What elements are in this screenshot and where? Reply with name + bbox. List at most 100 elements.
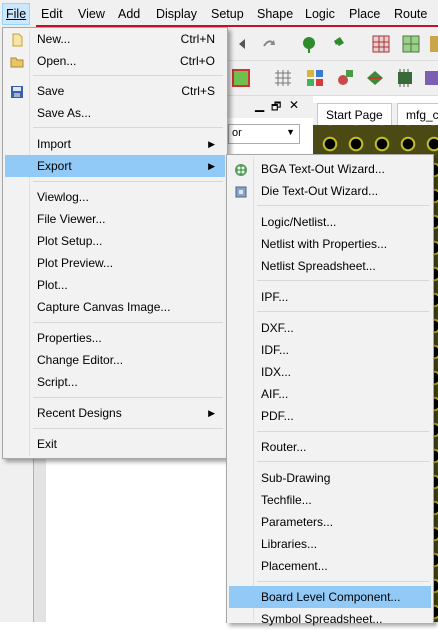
menu-route[interactable]: Route	[391, 4, 430, 24]
highlight-icon[interactable]	[299, 34, 319, 54]
export-item-idx[interactable]: IDX...	[229, 361, 431, 383]
menu-item-label: Netlist with Properties...	[261, 237, 388, 251]
menu-separator	[257, 311, 429, 312]
menu-item-shortcut: Ctrl+N	[180, 32, 215, 46]
menu-item-shortcut: Ctrl+S	[181, 84, 215, 98]
menu-item-recent-designs[interactable]: Recent Designs ▶	[5, 402, 225, 424]
menu-add[interactable]: Add	[115, 4, 143, 24]
menu-view[interactable]: View	[75, 4, 108, 24]
menu-item-change-editor[interactable]: Change Editor...	[5, 349, 225, 371]
menu-item-exit[interactable]: Exit	[5, 433, 225, 455]
export-item-board-level-component[interactable]: Board Level Component...	[229, 586, 431, 608]
menu-item-label: Plot Setup...	[37, 234, 103, 248]
menu-place[interactable]: Place	[346, 4, 383, 24]
menu-item-script[interactable]: Script...	[5, 371, 225, 393]
export-item-ipf[interactable]: IPF...	[229, 286, 431, 308]
menu-file-label: File	[6, 7, 27, 21]
export-item-libraries[interactable]: Libraries...	[229, 533, 431, 555]
component-colors-icon[interactable]	[305, 68, 325, 88]
submenu-arrow-icon: ▶	[208, 139, 215, 149]
menu-setup[interactable]: Setup	[208, 4, 247, 24]
menu-item-capture-canvas[interactable]: Capture Canvas Image...	[5, 296, 225, 318]
menu-item-new[interactable]: New... Ctrl+N	[5, 28, 225, 50]
tab-design[interactable]: mfg_c	[397, 103, 438, 126]
pin-icon[interactable]	[327, 34, 347, 54]
minimize-icon[interactable]: ▁	[255, 98, 264, 112]
menu-item-label: Exit	[37, 437, 58, 451]
menu-item-properties[interactable]: Properties...	[5, 327, 225, 349]
export-item-aif[interactable]: AIF...	[229, 383, 431, 405]
export-item-netlist-spreadsheet[interactable]: Netlist Spreadsheet...	[229, 255, 431, 277]
select-box-icon[interactable]	[231, 68, 251, 88]
submenu-arrow-icon: ▶	[208, 408, 215, 418]
menu-item-label: Recent Designs	[37, 406, 122, 420]
menu-separator	[33, 127, 223, 128]
menu-item-label: Save	[37, 84, 65, 98]
file-menu: New... Ctrl+N Open... Ctrl+O Save Ctrl+S…	[2, 27, 228, 459]
document-tabs: Start Page mfg_c	[313, 103, 438, 126]
menu-item-export[interactable]: Export ▶	[5, 155, 225, 177]
menu-display[interactable]: Display	[153, 4, 200, 24]
layers-icon[interactable]	[401, 34, 421, 54]
panel-dropdown[interactable]: or ▼	[228, 124, 300, 144]
export-submenu: BGA Text-Out Wizard... Die Text-Out Wiza…	[226, 154, 434, 626]
export-item-techfile[interactable]: Techfile...	[229, 489, 431, 511]
tab-start-page[interactable]: Start Page	[317, 103, 392, 126]
menu-item-label: Capture Canvas Image...	[37, 300, 171, 314]
menu-logic[interactable]: Logic	[302, 4, 338, 24]
menu-item-plot-setup[interactable]: Plot Setup...	[5, 230, 225, 252]
bga-wizard-icon	[234, 162, 248, 176]
settings-gear-icon[interactable]	[335, 68, 355, 88]
grid-icon[interactable]	[273, 68, 293, 88]
export-item-sub-drawing[interactable]: Sub-Drawing	[229, 467, 431, 489]
redo-icon[interactable]	[259, 34, 279, 54]
menu-item-open[interactable]: Open... Ctrl+O	[5, 50, 225, 72]
menu-item-label: Libraries...	[261, 537, 318, 551]
undo-icon[interactable]	[235, 34, 255, 54]
menu-item-label: IDF...	[261, 343, 290, 357]
export-item-idf[interactable]: IDF...	[229, 339, 431, 361]
new-file-icon	[10, 32, 24, 47]
toolbar-top	[225, 28, 438, 61]
menu-item-label: Save As...	[37, 106, 92, 120]
color-icon[interactable]	[428, 34, 438, 54]
menu-item-import[interactable]: Import ▶	[5, 133, 225, 155]
menu-item-label: BGA Text-Out Wizard...	[261, 162, 385, 176]
chevron-down-icon: ▼	[286, 127, 295, 137]
menu-separator	[257, 205, 429, 206]
export-item-router[interactable]: Router...	[229, 436, 431, 458]
export-item-dxf[interactable]: DXF...	[229, 317, 431, 339]
export-item-logic-netlist[interactable]: Logic/Netlist...	[229, 211, 431, 233]
panel-titlebar: ▁ 🗗 ✕	[225, 96, 313, 118]
export-item-parameters[interactable]: Parameters...	[229, 511, 431, 533]
shape-icon[interactable]	[365, 68, 385, 88]
export-item-die-wizard[interactable]: Die Text-Out Wizard...	[229, 180, 431, 202]
menu-file[interactable]: File	[2, 3, 31, 25]
rules-icon[interactable]	[423, 68, 438, 88]
grid-toggle-icon[interactable]	[371, 34, 391, 54]
menu-separator	[257, 581, 429, 582]
menu-item-save[interactable]: Save Ctrl+S	[5, 80, 225, 102]
menu-separator	[33, 75, 223, 76]
export-item-bga-wizard[interactable]: BGA Text-Out Wizard...	[229, 158, 431, 180]
export-item-placement[interactable]: Placement...	[229, 555, 431, 577]
menu-item-label: DXF...	[261, 321, 294, 335]
export-item-pdf[interactable]: PDF...	[229, 405, 431, 427]
restore-icon[interactable]: 🗗	[271, 98, 281, 117]
menu-item-label: Die Text-Out Wizard...	[261, 184, 379, 198]
chip-icon[interactable]	[395, 68, 415, 88]
menu-item-file-viewer[interactable]: File Viewer...	[5, 208, 225, 230]
die-wizard-icon	[234, 184, 248, 198]
close-icon[interactable]: ✕	[289, 98, 299, 112]
menu-edit[interactable]: Edit	[38, 4, 66, 24]
menu-item-save-as[interactable]: Save As...	[5, 102, 225, 124]
export-item-symbol-spreadsheet[interactable]: Symbol Spreadsheet...	[229, 608, 431, 630]
menu-item-label: Techfile...	[261, 493, 312, 507]
menubar: File Edit View Add Display Setup Shape L…	[0, 0, 438, 29]
menu-item-plot[interactable]: Plot...	[5, 274, 225, 296]
menu-separator	[257, 431, 429, 432]
export-item-netlist-properties[interactable]: Netlist with Properties...	[229, 233, 431, 255]
menu-item-plot-preview[interactable]: Plot Preview...	[5, 252, 225, 274]
menu-item-viewlog[interactable]: Viewlog...	[5, 186, 225, 208]
menu-shape[interactable]: Shape	[254, 4, 296, 24]
